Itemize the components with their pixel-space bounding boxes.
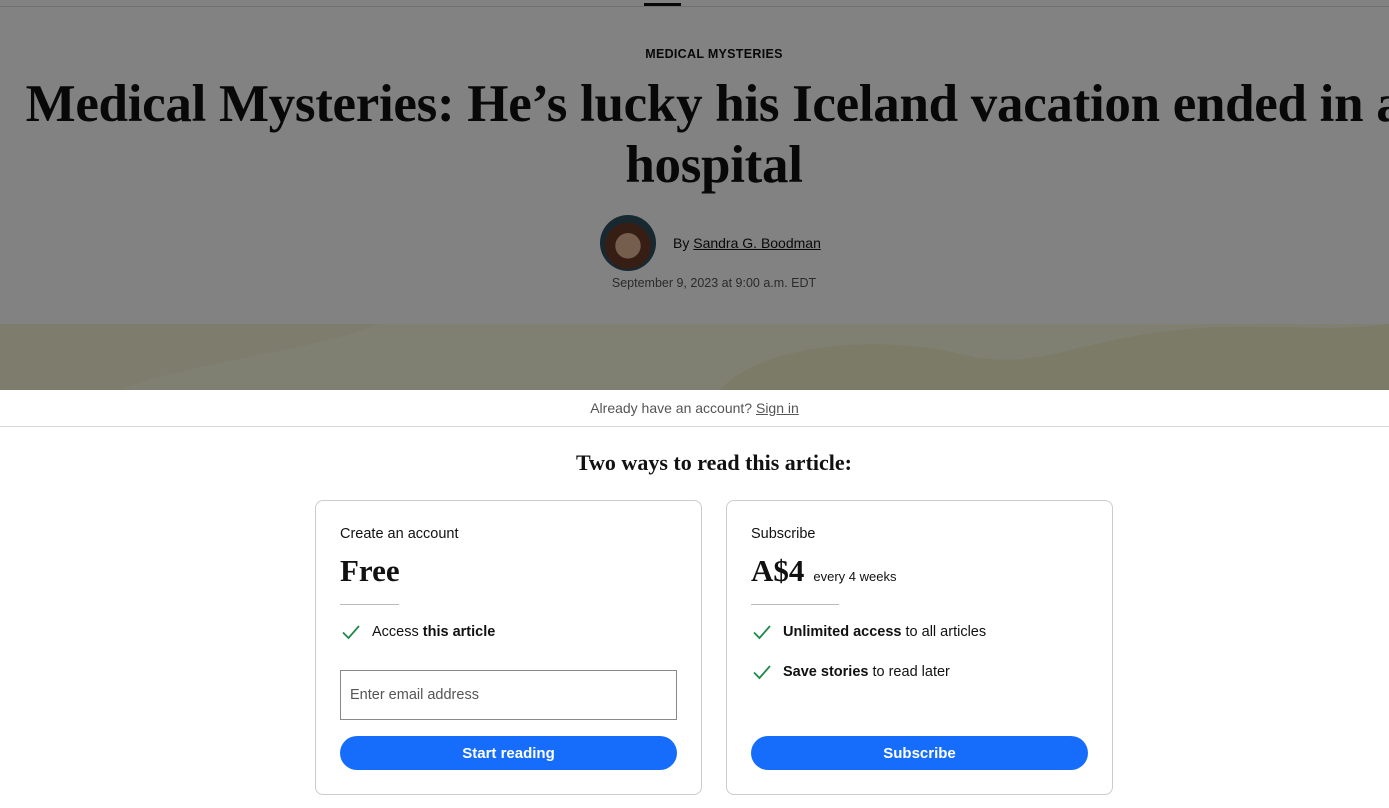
benefit-text: to all articles (905, 624, 987, 640)
card-divider (751, 604, 839, 605)
create-account-card: Create an account Free Access this artic… (315, 500, 702, 795)
subscribe-button[interactable]: Subscribe (751, 736, 1088, 770)
card-label: Create an account (340, 526, 459, 542)
card-divider (340, 604, 399, 605)
card-label: Subscribe (751, 526, 816, 542)
signin-link[interactable]: Sign in (756, 400, 799, 416)
start-reading-button[interactable]: Start reading (340, 736, 677, 770)
benefit-bold-text: this article (422, 624, 496, 640)
email-field[interactable] (340, 670, 677, 720)
article-background: MEDICAL MYSTERIES Medical Mysteries: He’… (0, 0, 1389, 390)
benefit-text: to read later (872, 664, 950, 680)
benefit-bold-text: Save stories (783, 664, 869, 680)
benefit-item: Unlimited access to all articles (751, 621, 1088, 643)
subscribe-card: Subscribe A$4 every 4 weeks Unlimited ac… (726, 500, 1113, 795)
dim-overlay (0, 0, 1389, 390)
paywall-title: Two ways to read this article: (576, 450, 852, 475)
signin-bar: Already have an account? Sign in (0, 390, 1389, 427)
checkmark-icon (753, 665, 771, 680)
signin-prompt: Already have an account? (590, 400, 753, 416)
checkmark-icon (342, 625, 360, 640)
benefit-item: Save stories to read later (751, 661, 1088, 683)
benefit-bold-text: Unlimited access (783, 624, 902, 640)
benefit-text: Access (372, 624, 419, 640)
checkmark-icon (753, 625, 771, 640)
benefit-item: Access this article (340, 621, 677, 643)
price-period: every 4 weeks (813, 569, 897, 584)
price: Free (340, 553, 400, 588)
paywall-sheet: Already have an account? Sign in Two way… (0, 390, 1389, 808)
price-row: Free (340, 553, 677, 593)
price-row: A$4 every 4 weeks (751, 553, 1088, 593)
price: A$4 (751, 553, 805, 588)
